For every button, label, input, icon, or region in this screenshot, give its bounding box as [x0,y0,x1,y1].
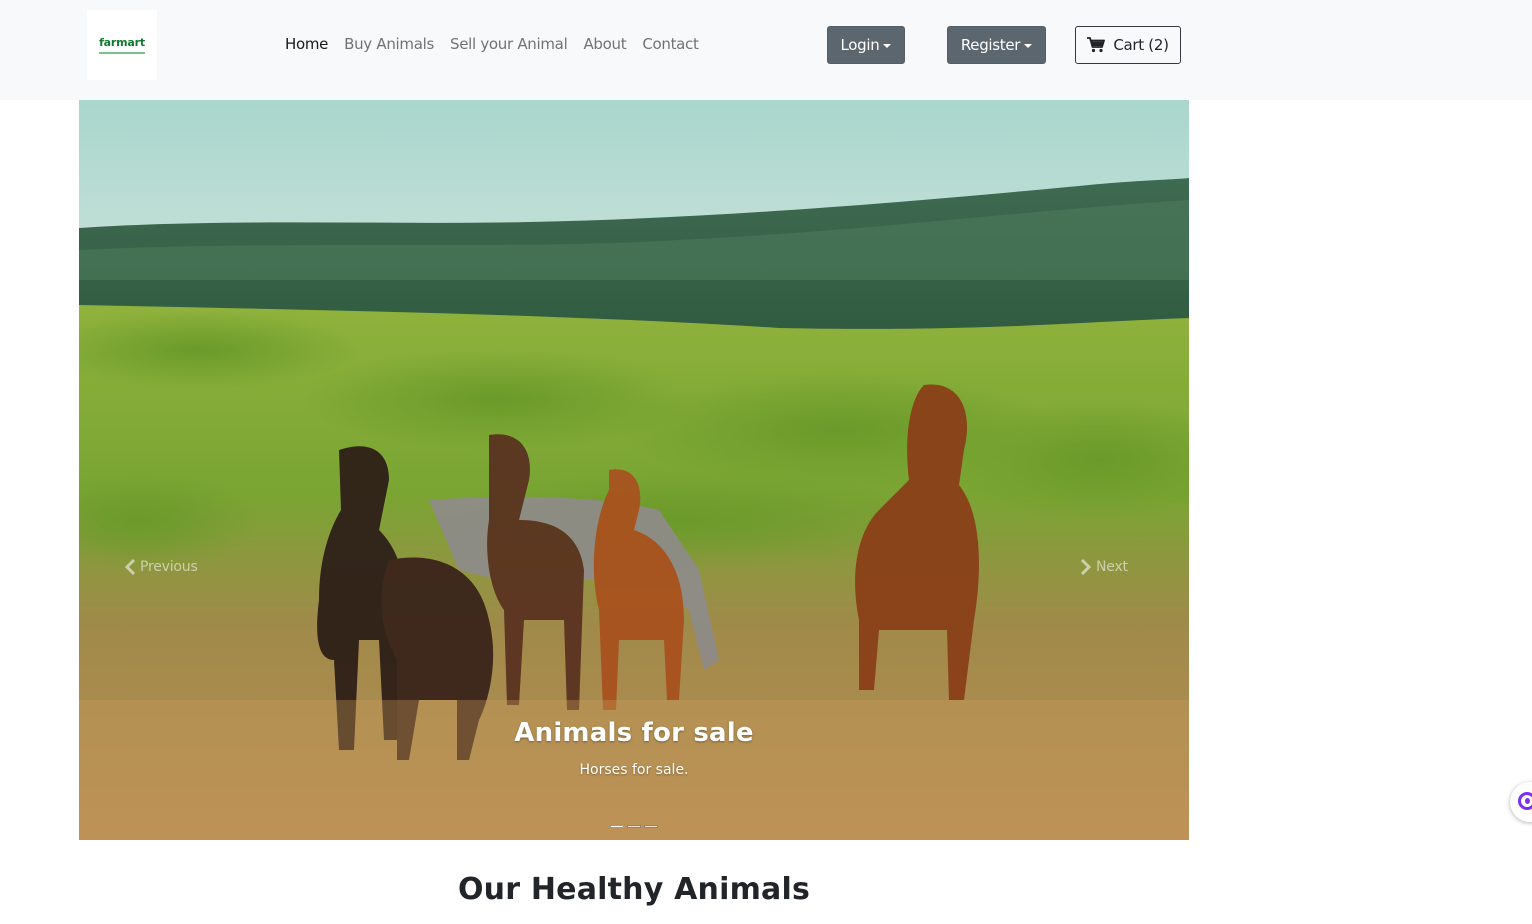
carousel-indicator-1[interactable] [610,825,624,828]
assistant-icon [1518,792,1532,810]
login-dropdown-button[interactable]: Login [827,26,905,64]
brand-logo[interactable]: farmart [87,10,157,80]
chevron-right-icon [1080,558,1092,576]
nav-link-contact[interactable]: Contact [642,35,699,53]
floating-assistant-button[interactable] [1510,782,1532,822]
carousel-next-control[interactable]: Next [1079,558,1128,576]
carousel-indicator-2[interactable] [627,825,641,828]
chevron-left-icon [124,558,136,576]
cart-label: Cart (2) [1113,36,1169,54]
brand-name: farmart [99,35,145,49]
section-title: Our Healthy Animals [457,872,811,907]
carousel-prev-control[interactable]: Previous [123,558,198,576]
nav-link-buy-animals[interactable]: Buy Animals [344,35,434,53]
prev-label: Previous [140,559,198,575]
caret-down-icon [1024,44,1033,48]
brand-tagline-line [99,51,145,54]
next-label: Next [1096,559,1128,575]
caret-down-icon [883,44,892,48]
carousel-indicator-3[interactable] [644,825,658,828]
nav-link-about[interactable]: About [583,35,626,53]
carousel-caption-text: Horses for sale. [579,762,689,778]
cart-button[interactable]: Cart (2) [1075,26,1181,64]
carousel-caption-title: Animals for sale [514,718,754,748]
login-label: Login [840,36,880,54]
register-label: Register [960,36,1021,54]
carousel-indicators [610,825,658,828]
register-dropdown-button[interactable]: Register [947,26,1046,64]
navbar: farmart Home Buy Animals Sell your Anima… [0,0,1532,100]
cart-icon [1087,37,1106,53]
nav-link-sell-animal[interactable]: Sell your Animal [450,35,568,53]
nav-link-home[interactable]: Home [285,35,328,53]
hero-carousel: Previous Next Animals for sale Horses fo… [79,100,1189,840]
nav-links: Home Buy Animals Sell your Animal About … [285,33,715,55]
